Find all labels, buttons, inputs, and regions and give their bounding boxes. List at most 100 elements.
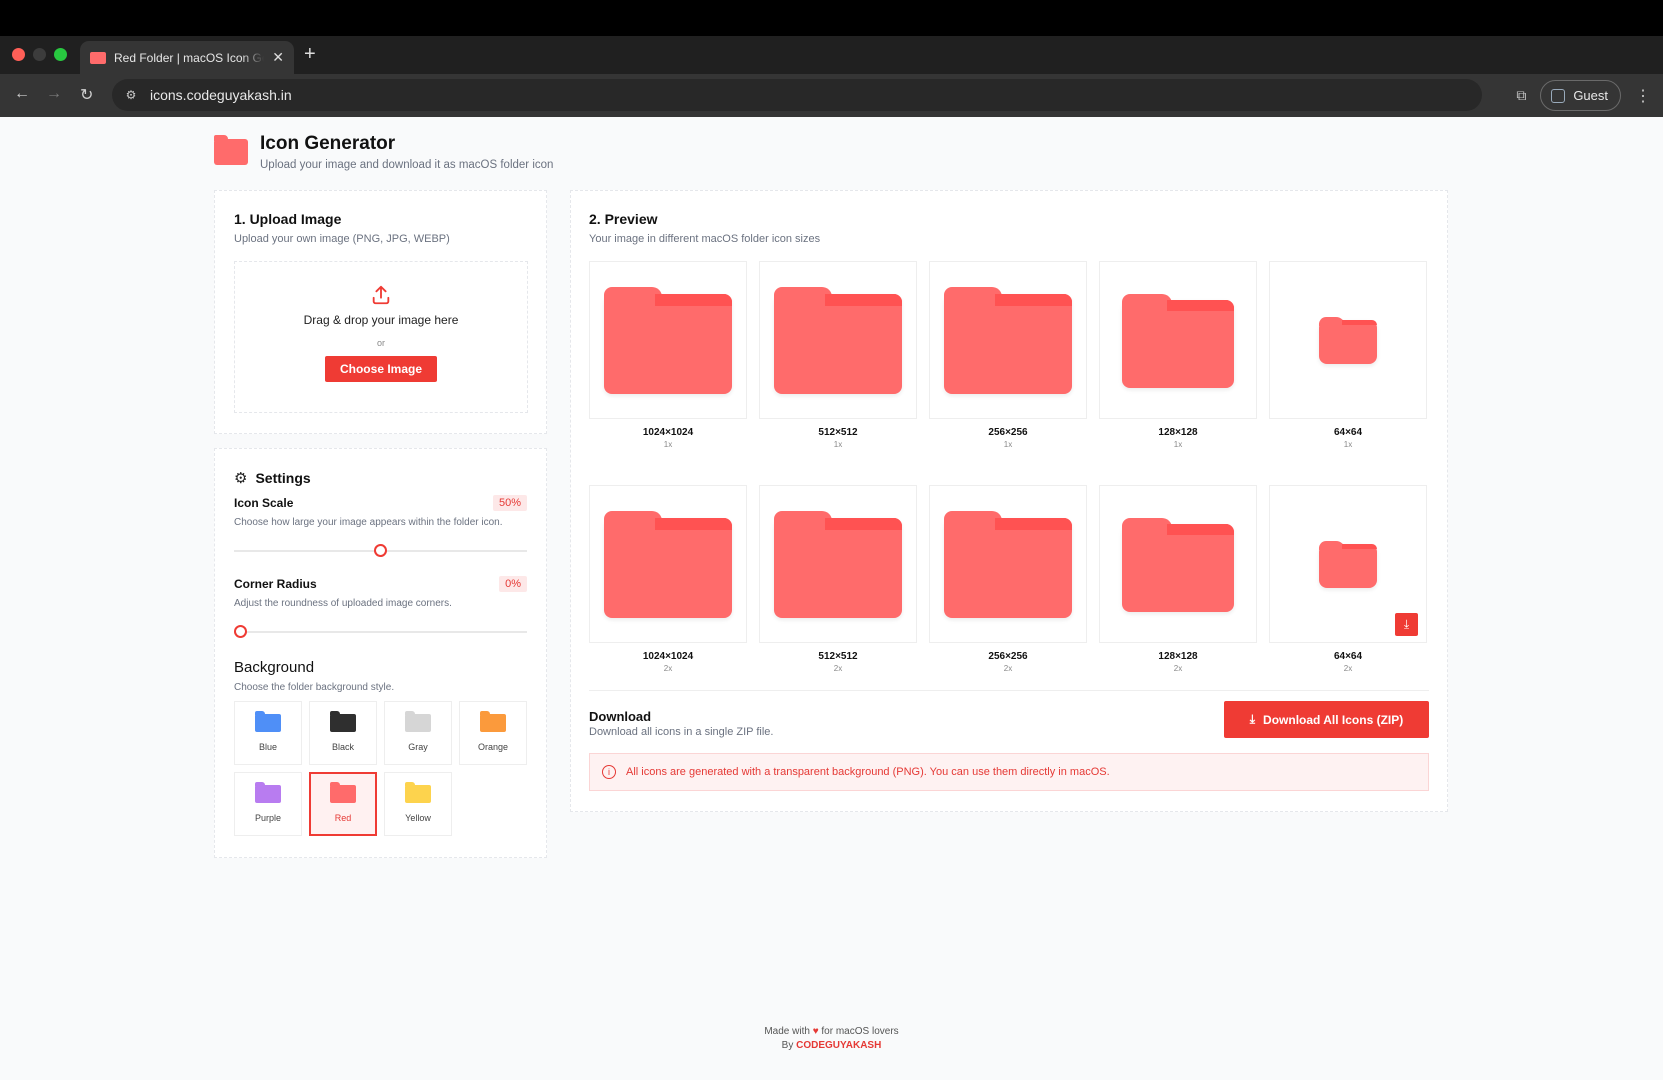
- gear-icon: ⚙: [234, 470, 248, 487]
- background-option-red[interactable]: Red: [309, 772, 377, 836]
- background-option-blue[interactable]: Blue: [234, 701, 302, 765]
- tab-search-icon[interactable]: ⧉: [1516, 87, 1526, 104]
- more-menu-icon[interactable]: ⋮: [1635, 86, 1651, 106]
- slider-thumb[interactable]: [234, 625, 247, 638]
- preview-item[interactable]: 64×64 1x: [1269, 261, 1427, 449]
- footer: Made with ♥ for macOS lovers By CODEGUYA…: [0, 1025, 1663, 1053]
- folder-preview-icon: [1319, 541, 1377, 588]
- preview-size-label: 128×128: [1158, 651, 1198, 662]
- preview-scale-label: 1x: [1173, 440, 1183, 449]
- corner-radius-slider[interactable]: [234, 621, 527, 643]
- folder-preview-icon: [604, 511, 732, 618]
- background-option-label: Purple: [254, 813, 281, 823]
- background-title: Background: [234, 659, 315, 676]
- preview-size-label: 64×64: [1333, 427, 1363, 438]
- close-window-button[interactable]: [12, 48, 25, 61]
- preview-size-label: 256×256: [988, 427, 1028, 438]
- maximize-window-button[interactable]: [54, 48, 67, 61]
- folder-preview-icon: [1122, 517, 1234, 612]
- back-icon[interactable]: ←: [14, 85, 30, 103]
- preview-item[interactable]: 128×128 1x: [1099, 261, 1257, 449]
- info-icon: i: [602, 765, 616, 779]
- folder-icon: [405, 782, 431, 803]
- preview-size-label: 512×512: [818, 651, 858, 662]
- tab-title: Red Folder | macOS Icon Generator: [114, 50, 264, 65]
- download-title: Download: [589, 709, 652, 724]
- preview-size-label: 1024×1024: [642, 427, 694, 438]
- preview-item[interactable]: 1024×1024 1x: [589, 261, 747, 449]
- browser-tab[interactable]: Red Folder | macOS Icon Generator ✕: [80, 41, 294, 74]
- slider-thumb[interactable]: [374, 544, 387, 557]
- settings-card: ⚙ Settings Icon Scale 50% Choose how lar…: [214, 448, 547, 858]
- dropzone-or: or: [376, 338, 385, 348]
- background-option-yellow[interactable]: Yellow: [384, 772, 452, 836]
- preview-size-label: 64×64: [1333, 651, 1363, 662]
- address-bar[interactable]: ⚙ icons.codeguyakash.in: [112, 79, 1482, 111]
- background-option-label: Yellow: [405, 813, 431, 823]
- preview-scale-label: 1x: [833, 440, 843, 449]
- folder-preview-icon: [604, 287, 732, 394]
- minimize-window-button[interactable]: [33, 48, 46, 61]
- folder-icon: [255, 711, 281, 732]
- profile-button[interactable]: Guest: [1540, 80, 1621, 111]
- page-header: Icon Generator Upload your image and dow…: [214, 133, 553, 171]
- icon-scale-label: Icon Scale: [234, 496, 294, 510]
- preview-item[interactable]: 128×128 2x: [1099, 485, 1257, 673]
- folder-icon: [330, 782, 356, 803]
- icon-scale-value: 50%: [492, 495, 527, 511]
- folder-preview-icon: [774, 287, 902, 394]
- preview-size-label: 256×256: [988, 651, 1028, 662]
- footer-brand-link[interactable]: CODEGUYAKASH: [796, 1040, 881, 1051]
- background-option-label: Black: [331, 742, 354, 752]
- preview-item[interactable]: 512×512 2x: [759, 485, 917, 673]
- page-subtitle: Upload your image and download it as mac…: [260, 159, 554, 171]
- background-option-label: Orange: [477, 742, 509, 752]
- forward-icon[interactable]: →: [46, 85, 62, 103]
- browser-tabstrip: Red Folder | macOS Icon Generator ✕ +: [0, 36, 1663, 74]
- preview-item[interactable]: 512×512 1x: [759, 261, 917, 449]
- preview-tile: [759, 485, 917, 643]
- background-option-purple[interactable]: Purple: [234, 772, 302, 836]
- folder-preview-icon: [774, 511, 902, 618]
- reload-icon[interactable]: ↻: [80, 85, 93, 105]
- background-option-label: Red: [334, 813, 352, 823]
- folder-favicon-icon: [90, 51, 106, 64]
- preview-tile: [1269, 261, 1427, 419]
- preview-item[interactable]: 1024×1024 2x: [589, 485, 747, 673]
- close-tab-icon[interactable]: ✕: [272, 49, 284, 66]
- background-option-orange[interactable]: Orange: [459, 701, 527, 765]
- preview-scale-label: 1x: [1343, 440, 1353, 449]
- preview-tile: [759, 261, 917, 419]
- download-icon-button[interactable]: ⤓: [1395, 613, 1418, 636]
- folder-icon: [480, 711, 506, 732]
- choose-image-button[interactable]: Choose Image: [324, 356, 438, 382]
- background-option-label: Gray: [408, 742, 428, 752]
- screen-top-bezel: [0, 0, 1663, 36]
- footer-made-for: for macOS lovers: [821, 1026, 899, 1037]
- preview-item[interactable]: ⤓ 64×64 2x: [1269, 485, 1427, 673]
- preview-scale-label: 1x: [663, 440, 673, 449]
- preview-tile: ⤓: [1269, 485, 1427, 643]
- background-option-gray[interactable]: Gray: [384, 701, 452, 765]
- upload-title: 1. Upload Image: [234, 211, 342, 227]
- preview-grid: 1024×1024 1x 512×512 1x 256×256 1x 128×128 1x 64…: [589, 261, 1427, 673]
- dropzone[interactable]: Drag & drop your image here or Choose Im…: [234, 261, 528, 413]
- download-all-button[interactable]: ⤓ Download All Icons (ZIP): [1224, 701, 1429, 738]
- preview-tile: [589, 485, 747, 643]
- site-settings-icon[interactable]: ⚙: [122, 86, 140, 104]
- preview-size-label: 128×128: [1158, 427, 1198, 438]
- new-tab-icon[interactable]: +: [304, 43, 316, 66]
- icon-scale-slider[interactable]: [234, 540, 527, 562]
- background-option-black[interactable]: Black: [309, 701, 377, 765]
- slider-track: [234, 631, 527, 633]
- background-options: Blue Black Gray Orange Purple Red Yellow: [234, 701, 527, 836]
- upload-subtitle: Upload your own image (PNG, JPG, WEBP): [234, 233, 450, 245]
- icon-scale-help: Choose how large your image appears with…: [234, 517, 503, 528]
- folder-preview-icon: [1122, 293, 1234, 388]
- download-all-label: Download All Icons (ZIP): [1263, 712, 1404, 727]
- preview-item[interactable]: 256×256 2x: [929, 485, 1087, 673]
- preview-item[interactable]: 256×256 1x: [929, 261, 1087, 449]
- background-option-label: Blue: [258, 742, 277, 752]
- preview-scale-label: 2x: [1003, 664, 1013, 673]
- folder-icon: [405, 711, 431, 732]
